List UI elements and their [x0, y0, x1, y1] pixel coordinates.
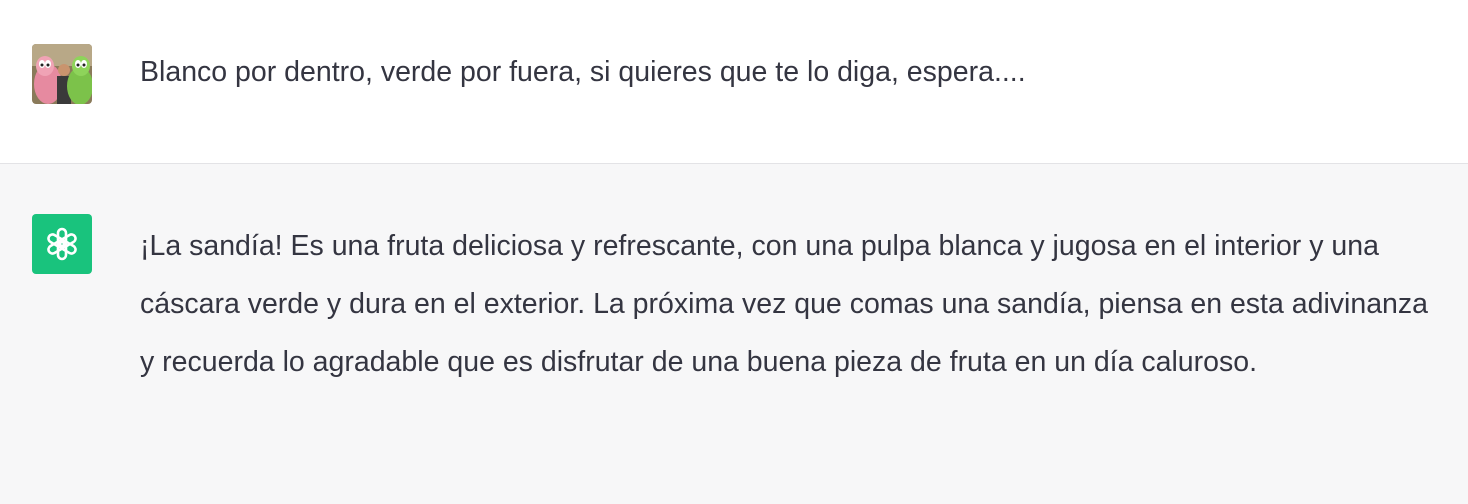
user-message-text: Blanco por dentro, verde por fuera, si q… — [140, 56, 1026, 88]
openai-logo-icon — [47, 227, 77, 261]
user-photo-avatar-icon — [32, 44, 92, 104]
assistant-message-text: ¡La sandía! Es una fruta deliciosa y ref… — [140, 230, 1429, 378]
user-avatar — [32, 44, 92, 104]
user-message-row: Blanco por dentro, verde por fuera, si q… — [0, 0, 1468, 164]
assistant-avatar — [32, 214, 92, 274]
assistant-message-row: ¡La sandía! Es una fruta deliciosa y ref… — [0, 164, 1468, 504]
